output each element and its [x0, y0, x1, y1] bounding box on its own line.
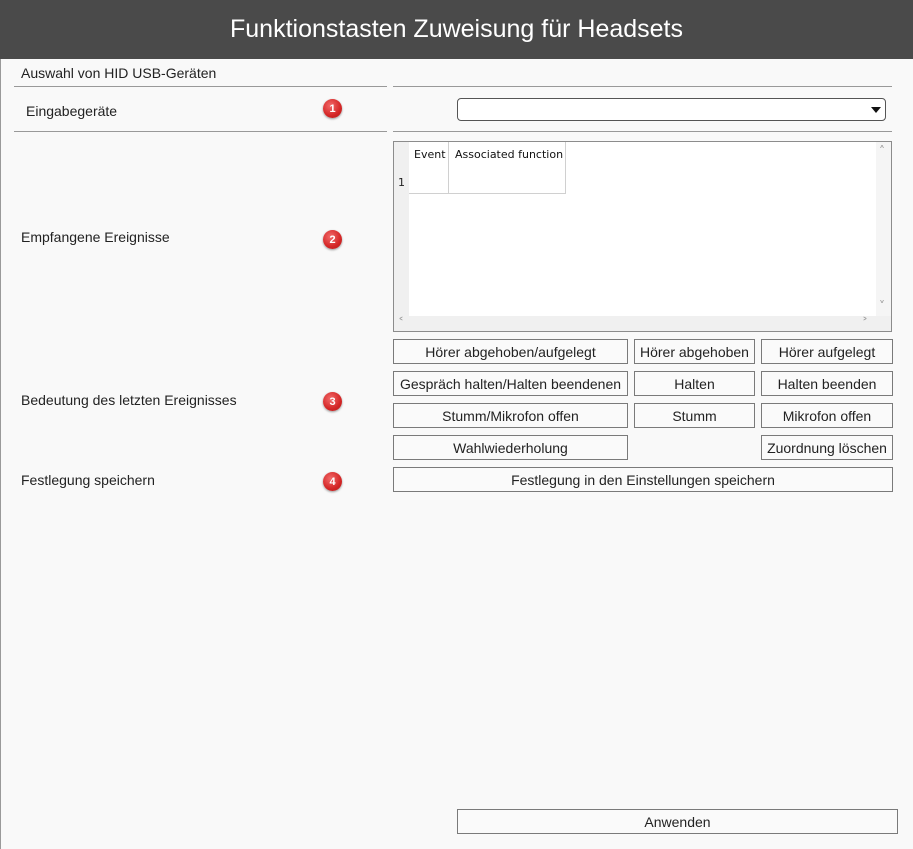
window-title: Funktionstasten Zuweisung für Headsets	[229, 15, 683, 43]
grid-vertical-scrollbar[interactable]: ˄ ˅	[876, 142, 891, 316]
scroll-down-icon[interactable]: ˅	[879, 300, 885, 312]
badge-4: 4	[323, 472, 342, 491]
chevron-down-icon[interactable]	[871, 107, 881, 113]
grid-row-header-column	[394, 142, 409, 316]
column-header-function: Associated function	[455, 148, 564, 161]
events-grid[interactable]: Event Associated function 1 ˄ ˅ ˂ ˃	[393, 141, 892, 332]
input-devices-dropdown[interactable]	[457, 98, 886, 121]
apply-button[interactable]: Anwenden	[457, 809, 898, 834]
grid-cell-function[interactable]: Associated function	[449, 142, 566, 194]
offhook-onhook-button[interactable]: Hörer abgehoben/aufgelegt	[393, 339, 628, 364]
divider-right-2	[393, 131, 892, 132]
divider-left-2	[14, 131, 387, 132]
scroll-left-icon[interactable]: ˂	[398, 317, 404, 329]
divider-right-1	[393, 86, 892, 87]
badge-1: 1	[323, 99, 342, 118]
received-events-label: Empfangene Ereignisse	[21, 229, 170, 245]
grid-horizontal-scrollbar[interactable]: ˂ ˃	[394, 316, 891, 331]
offhook-button[interactable]: Hörer abgehoben	[634, 339, 755, 364]
divider-left-1	[14, 86, 387, 87]
save-to-settings-button[interactable]: Festlegung in den Einstellungen speicher…	[393, 467, 893, 492]
mute-button[interactable]: Stumm	[634, 403, 755, 428]
grid-row-number: 1	[398, 176, 405, 189]
window-title-bar: Funktionstasten Zuweisung für Headsets	[0, 0, 913, 59]
window-left-border	[0, 59, 1, 849]
scroll-right-icon[interactable]: ˃	[862, 317, 868, 329]
grid-cell-event[interactable]: Event	[409, 142, 449, 194]
badge-3: 3	[323, 392, 342, 411]
clear-mapping-button[interactable]: Zuordnung löschen	[761, 435, 893, 460]
mic-open-button[interactable]: Mikrofon offen	[761, 403, 893, 428]
hold-button[interactable]: Halten	[634, 371, 755, 396]
onhook-button[interactable]: Hörer aufgelegt	[761, 339, 893, 364]
column-header-event: Event	[414, 148, 446, 161]
hold-toggle-button[interactable]: Gespräch halten/Halten beendenen	[393, 371, 628, 396]
redial-button[interactable]: Wahlwiederholung	[393, 435, 628, 460]
scroll-up-icon[interactable]: ˄	[879, 145, 885, 157]
end-hold-button[interactable]: Halten beenden	[761, 371, 893, 396]
mute-toggle-button[interactable]: Stumm/Mikrofon offen	[393, 403, 628, 428]
input-devices-label: Eingabegeräte	[26, 103, 118, 119]
hid-section-header: Auswahl von HID USB-Geräten	[21, 65, 217, 81]
badge-2: 2	[323, 230, 342, 249]
last-event-meaning-label: Bedeutung des letzten Ereignisses	[21, 392, 237, 408]
save-settings-label: Festlegung speichern	[21, 472, 155, 488]
